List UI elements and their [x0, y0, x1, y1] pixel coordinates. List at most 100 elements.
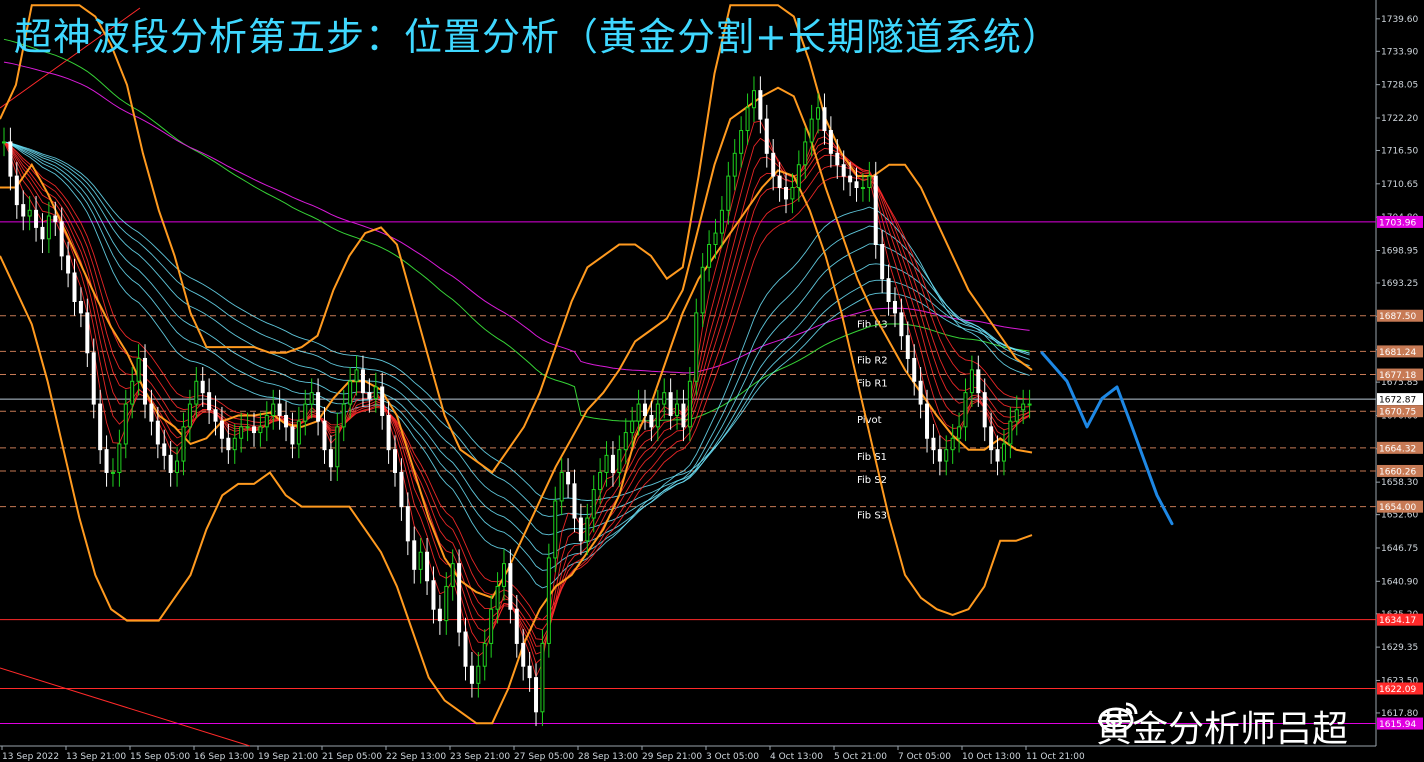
candle-body [14, 175, 19, 206]
candle-body [78, 300, 83, 314]
candle-body [450, 563, 455, 587]
candle-body [578, 517, 583, 542]
candle-body [476, 665, 481, 684]
candle-body [168, 454, 173, 473]
candle-body [316, 392, 321, 422]
level-price-label: 1654.00 [1379, 503, 1416, 513]
candle-body [950, 437, 955, 451]
candle-body [258, 426, 263, 434]
candle-body [892, 300, 897, 314]
candle-body [130, 380, 135, 405]
candle-body [322, 420, 327, 451]
x-tick-label: 7 Oct 05:00 [898, 752, 951, 762]
candle-body [457, 563, 462, 633]
candle-body [508, 563, 513, 610]
y-tick-label: 1739.60 [1381, 15, 1418, 25]
candle-body [713, 232, 718, 246]
candle-body [98, 403, 103, 451]
candle-body [335, 426, 340, 468]
candle-body [2, 141, 6, 144]
candle-body [181, 426, 186, 462]
x-tick-label: 28 Sep 13:00 [578, 752, 638, 762]
level-price-label: 1634.17 [1379, 616, 1416, 626]
candle-body [1021, 403, 1026, 411]
x-tick-label: 27 Sep 05:00 [514, 752, 574, 762]
candle-body [527, 665, 532, 679]
candle-body [264, 414, 269, 428]
candle-body [110, 471, 115, 474]
candle-body [187, 403, 192, 428]
candle-body [617, 449, 622, 473]
y-tick-label: 1733.90 [1381, 47, 1418, 57]
candle-body [886, 278, 891, 302]
candle-body [296, 420, 301, 445]
candle-body [277, 403, 282, 416]
candle-body [553, 500, 558, 559]
watermark: 黄金分析师吕超 [1096, 700, 1348, 752]
x-tick-label: 23 Sep 21:00 [450, 752, 510, 762]
x-tick-label: 16 Sep 13:00 [194, 752, 254, 762]
candle-body [771, 152, 776, 177]
candle-body [566, 471, 571, 485]
candle-body [85, 312, 90, 354]
candle-body [104, 449, 109, 473]
x-tick-label: 10 Oct 13:00 [962, 752, 1021, 762]
y-tick-label: 1617.80 [1381, 709, 1418, 719]
candle-body [995, 449, 1000, 462]
x-tick-label: 13 Sep 2022 [2, 752, 59, 762]
candle-body [514, 608, 519, 644]
candle-body [245, 426, 250, 429]
fib-level-tag: Fib R1 [857, 379, 888, 390]
candle-body [303, 403, 308, 422]
price-chart[interactable]: 1739.60 1733.90 1728.05 1722.20 1716.50 1710.… [0, 0, 1424, 762]
candle-body [585, 517, 590, 542]
candle-body [437, 608, 442, 622]
candle-body [399, 471, 404, 508]
candle-body [495, 585, 500, 610]
candle-body [360, 369, 365, 394]
candle-body [72, 272, 77, 302]
fib-level-tag: Fib R2 [857, 355, 888, 366]
candle-body [963, 392, 968, 428]
candle-body [809, 118, 814, 143]
candle-body [835, 152, 840, 166]
candle-body [123, 403, 128, 445]
y-tick-label: 1716.50 [1381, 146, 1418, 156]
candle-body [309, 392, 314, 405]
candle-body [803, 141, 808, 166]
candle-body [848, 175, 853, 183]
candle-body [976, 369, 981, 394]
candle-body [681, 403, 686, 428]
candle-body [655, 403, 660, 428]
y-tick-label: 1698.95 [1381, 246, 1418, 256]
candle-body [719, 209, 724, 234]
x-tick-label: 21 Sep 05:00 [322, 752, 382, 762]
x-tick-label: 11 Oct 21:00 [1026, 752, 1085, 762]
y-tick-label: 1722.20 [1381, 114, 1418, 124]
y-tick-label: 1629.35 [1381, 643, 1418, 653]
candle-body [59, 221, 64, 257]
y-tick-label: 1710.65 [1381, 180, 1418, 190]
candle-body [53, 215, 58, 223]
candle-body [117, 443, 122, 473]
candle-body [501, 563, 506, 587]
candle-body [860, 187, 865, 190]
level-price-label: 1703.96 [1379, 218, 1416, 228]
candle-body [572, 483, 577, 519]
candle-body [918, 380, 923, 405]
candle-body [623, 432, 628, 451]
candle-body [873, 175, 878, 246]
candle-body [899, 312, 904, 337]
candle-body [790, 187, 795, 200]
candle-body [489, 608, 494, 644]
candle-body [969, 369, 974, 394]
candle-body [989, 426, 994, 451]
candle-body [463, 631, 468, 667]
candle-body [937, 449, 942, 462]
x-tick-label: 19 Sep 21:00 [258, 752, 318, 762]
candle-body [707, 244, 712, 268]
candle-body [540, 642, 545, 713]
level-price-label: 1687.50 [1379, 312, 1416, 322]
candle-body [207, 392, 212, 411]
candle-body [559, 471, 564, 502]
